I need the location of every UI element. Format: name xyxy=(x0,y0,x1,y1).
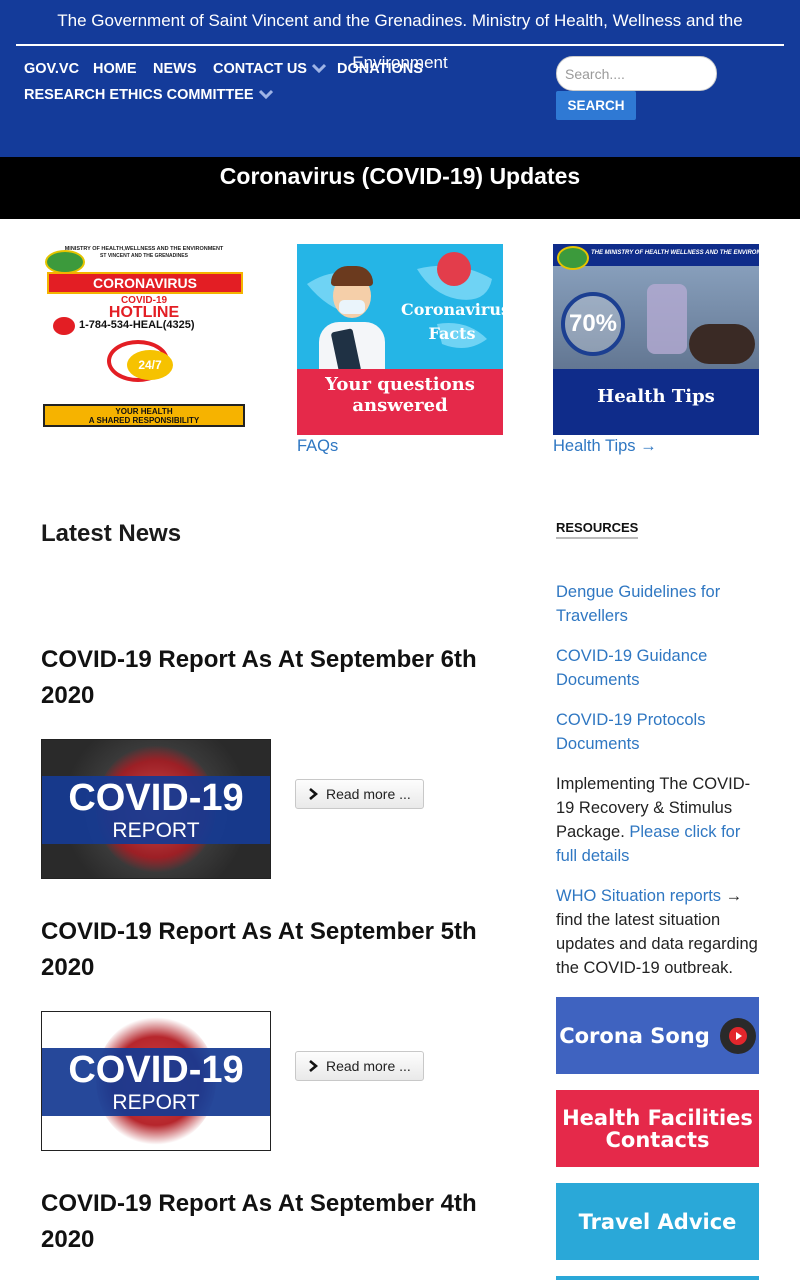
dengue-guidelines-link[interactable]: Dengue Guidelines for Travellers xyxy=(556,580,761,628)
nav-research-ethics[interactable]: RESEARCH ETHICS COMMITTEE xyxy=(24,86,273,104)
article-title[interactable]: COVID-19 Report As At September 4th 2020 xyxy=(41,1186,481,1258)
chevron-down-icon xyxy=(311,60,327,78)
virus-icon xyxy=(437,252,471,286)
latest-news-heading: Latest News xyxy=(41,520,182,547)
health-facilities-button[interactable]: Health Facilities Contacts xyxy=(556,1090,759,1167)
facts-bottom2: answered xyxy=(352,395,448,416)
play-icon xyxy=(719,1017,756,1054)
phone-icon xyxy=(53,317,75,335)
hands-icon xyxy=(689,324,755,364)
health-tips-image[interactable]: THE MINISTRY OF HEALTH WELLNESS AND THE … xyxy=(553,244,759,435)
faqs-link[interactable]: FAQs xyxy=(297,435,338,457)
thumb-band: COVID-19 REPORT xyxy=(42,776,270,844)
hotline-number: 1-784-534-HEAL(4325) xyxy=(79,319,195,331)
banner-title: Coronavirus (COVID-19) Updates xyxy=(219,163,581,189)
thumb-line2: REPORT xyxy=(112,1091,200,1114)
read-more-label: Read more ... xyxy=(326,1058,411,1074)
facts-bottom1: Your questions xyxy=(325,374,475,395)
corona-song-label: Corona Song xyxy=(559,1023,710,1048)
hotline-hours: 24/7 xyxy=(127,350,173,380)
chevron-down-icon xyxy=(258,86,273,104)
covid-banner: Coronavirus (COVID-19) Updates xyxy=(0,157,800,219)
facilities-label-1: Health Facilities xyxy=(562,1105,753,1130)
tips-bottom: Health Tips xyxy=(553,369,759,435)
government-title: The Government of Saint Vincent and the … xyxy=(16,0,784,72)
nav-news[interactable]: NEWS xyxy=(153,60,197,78)
chevron-right-icon xyxy=(308,1053,319,1081)
read-more-label: Read more ... xyxy=(326,786,411,802)
site-header: The Government of Saint Vincent and the … xyxy=(0,0,800,157)
nav-govvc[interactable]: GOV.VC xyxy=(24,60,79,78)
ministry-logo-icon xyxy=(45,250,85,274)
nav-research-label: RESEARCH ETHICS COMMITTEE xyxy=(24,87,254,103)
article-title[interactable]: COVID-19 Report As At September 6th 2020 xyxy=(41,642,481,714)
article-title[interactable]: COVID-19 Report As At September 5th 2020 xyxy=(41,914,481,986)
nav-contact-us[interactable]: CONTACT US xyxy=(213,60,327,78)
next-sidebar-button-edge[interactable] xyxy=(556,1276,759,1280)
tips-percent: 70% xyxy=(561,292,625,356)
nav-contact-label: CONTACT US xyxy=(213,61,307,77)
hotline-heading: CORONAVIRUS xyxy=(47,272,243,294)
chevron-right-icon xyxy=(308,781,319,809)
hotline-footer-box: YOUR HEALTH A SHARED RESPONSIBILITY xyxy=(43,404,245,427)
search-input[interactable] xyxy=(556,56,717,91)
stimulus-paragraph: Implementing The COVID-19 Recovery & Sti… xyxy=(556,772,766,868)
travel-advice-label: Travel Advice xyxy=(578,1209,737,1234)
hotline-footer-1: YOUR HEALTH xyxy=(115,407,173,416)
corona-song-button[interactable]: Corona Song xyxy=(556,997,759,1074)
covid-guidance-link[interactable]: COVID-19 Guidance Documents xyxy=(556,644,761,692)
nav-donations[interactable]: DONATIONS xyxy=(337,60,423,78)
article-thumbnail[interactable]: COVID-19 REPORT xyxy=(41,739,271,879)
thumb-line1: COVID-19 xyxy=(68,777,244,819)
travel-advice-button[interactable]: Travel Advice xyxy=(556,1183,759,1260)
health-tips-link[interactable]: Health Tips → xyxy=(553,435,657,457)
read-more-button[interactable]: Read more ... xyxy=(295,779,424,809)
read-more-button[interactable]: Read more ... xyxy=(295,1051,424,1081)
coronavirus-facts-image[interactable]: Coronavirus Facts Your questions answere… xyxy=(297,244,503,435)
thumb-line1: COVID-19 xyxy=(68,1049,244,1091)
sanitizer-icon xyxy=(647,284,687,354)
facilities-label-2: Contacts xyxy=(605,1127,710,1152)
ministry-logo-icon xyxy=(557,246,589,270)
hotline-image[interactable]: MINISTRY OF HEALTH,WELLNESS AND THE ENVI… xyxy=(41,244,247,435)
nav-home[interactable]: HOME xyxy=(93,60,137,78)
tips-ministry: THE MINISTRY OF HEALTH WELLNESS AND THE … xyxy=(591,250,759,256)
facts-line2: Facts xyxy=(428,324,476,343)
hotline-footer-2: A SHARED RESPONSIBILITY xyxy=(88,416,200,425)
doctor-icon xyxy=(319,260,385,382)
resources-heading: RESOURCES xyxy=(556,520,639,539)
thumb-band: COVID-19 REPORT xyxy=(42,1048,270,1116)
covid-protocols-link[interactable]: COVID-19 Protocols Documents xyxy=(556,708,761,756)
facts-line1: Coronavirus xyxy=(401,300,503,319)
who-reports-link[interactable]: WHO Situation reports xyxy=(556,887,721,905)
who-paragraph: WHO Situation reports → find the latest … xyxy=(556,884,766,980)
thumb-line2: REPORT xyxy=(112,819,200,842)
search-button[interactable]: SEARCH xyxy=(556,91,636,120)
facts-bottom-box: Your questions answered xyxy=(297,369,503,435)
article-thumbnail[interactable]: COVID-19 REPORT xyxy=(41,1011,271,1151)
